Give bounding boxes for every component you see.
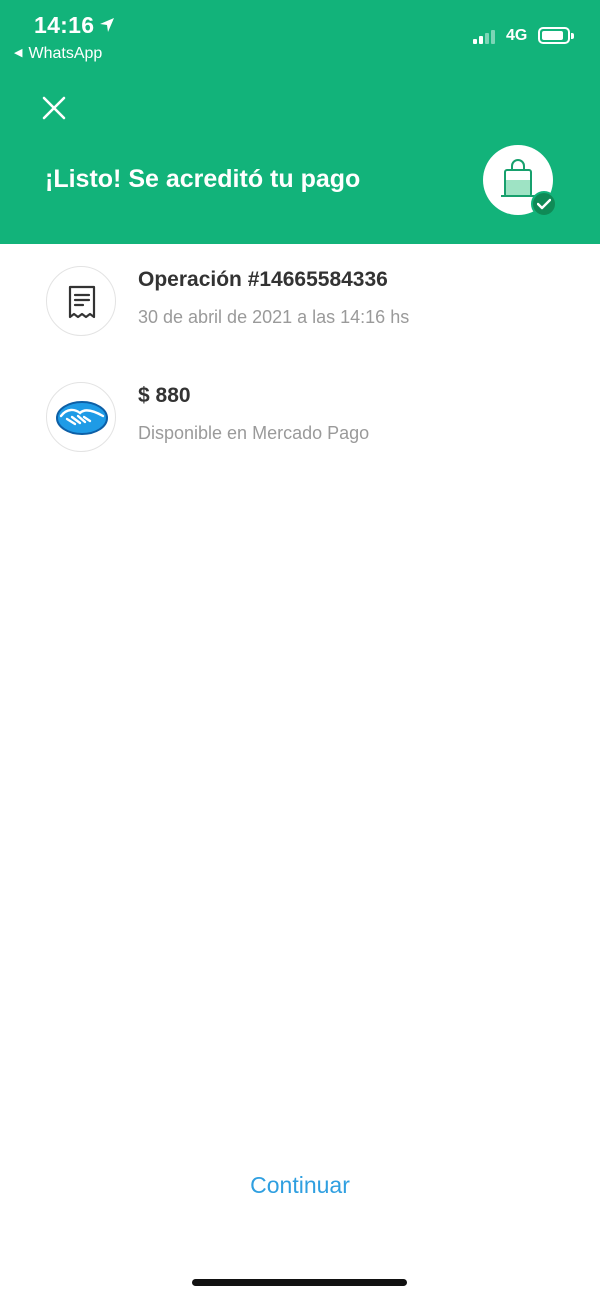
receipt-icon: [68, 285, 96, 319]
close-icon[interactable]: [40, 94, 68, 122]
amount-availability: Disponible en Mercado Pago: [138, 423, 370, 443]
mercado-pago-logo: [56, 401, 108, 435]
receipt-icon-container: [46, 266, 116, 336]
home-indicator[interactable]: [192, 1279, 407, 1286]
success-check-badge: [531, 191, 557, 217]
network-type: 4G: [506, 27, 528, 44]
operation-date: 30 de abril de 2021 a las 14:16 hs: [138, 307, 410, 327]
back-to-app-link[interactable]: ◀ WhatsApp: [14, 45, 102, 63]
credited-amount: $ 880: [138, 384, 191, 407]
shopping-bag-icon: [501, 159, 535, 197]
check-icon: [537, 198, 551, 210]
operation-row: Operación #14665584336 30 de abril de 20…: [0, 262, 600, 352]
continue-button[interactable]: Continuar: [200, 1172, 400, 1208]
location-arrow-icon: [100, 18, 114, 32]
signal-strength-icon: [473, 29, 501, 44]
back-app-label: WhatsApp: [28, 45, 103, 62]
operation-number: Operación #14665584336: [138, 268, 388, 291]
battery-icon: [538, 27, 574, 44]
amount-row: $ 880 Disponible en Mercado Pago: [0, 378, 600, 468]
mercado-pago-logo-container: [46, 382, 116, 452]
status-time: 14:16: [34, 12, 95, 38]
success-header: 14:16 ◀ WhatsApp 4G ¡Listo! Se acreditó t…: [0, 0, 600, 244]
back-triangle-icon: ◀: [14, 47, 23, 59]
page-title: ¡Listo! Se acreditó tu pago: [45, 165, 361, 193]
